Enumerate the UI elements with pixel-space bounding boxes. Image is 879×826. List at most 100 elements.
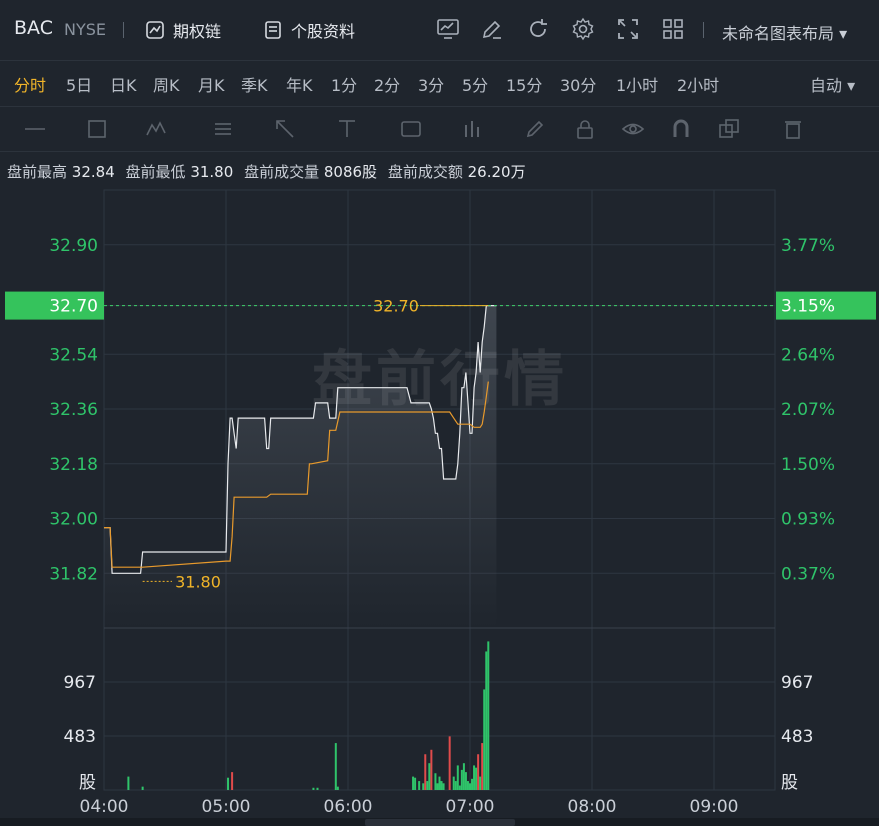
volume-bar <box>442 783 445 790</box>
period-tab[interactable]: 月K <box>198 72 225 96</box>
volume-bar <box>471 778 474 790</box>
percent-tick-label: 2.64% <box>781 345 835 365</box>
period-tab[interactable]: 年K <box>286 72 313 96</box>
arrow-tool-icon[interactable] <box>272 117 298 141</box>
current-price-value: 32.70 <box>49 297 98 317</box>
amount-value: 26.20万 <box>467 163 526 181</box>
volume-bar <box>434 773 437 790</box>
rect-tool-icon[interactable] <box>84 117 110 141</box>
auto-scale-dropdown[interactable]: 自动 ▾ <box>810 72 855 96</box>
period-tab[interactable]: 5分 <box>462 72 488 96</box>
high-label: 盘前最高 <box>7 163 68 181</box>
stock-info-button[interactable]: 个股资料 <box>263 18 355 42</box>
measure-tool-icon[interactable] <box>334 117 360 141</box>
volume-bar <box>312 787 315 790</box>
volume-bar <box>452 776 455 790</box>
volume-tick-label: 967 <box>64 673 96 693</box>
drawing-toolbar <box>0 107 879 152</box>
volume-bar <box>430 749 433 790</box>
layout-dropdown[interactable]: 未命名图表布局 ▾ <box>722 20 847 44</box>
stock-symbol[interactable]: BAC <box>14 17 53 39</box>
price-tick-label: 32.18 <box>49 455 98 475</box>
wave-tool-icon[interactable] <box>144 117 170 141</box>
chart-square-icon <box>146 21 164 39</box>
volume-bar <box>422 783 425 790</box>
volume-bar <box>316 787 319 790</box>
volume-bar <box>127 776 130 790</box>
volume-bar <box>334 743 337 790</box>
period-tab[interactable]: 1小时 <box>616 72 658 96</box>
period-tab[interactable]: 15分 <box>506 72 542 96</box>
percent-tick-label: 0.93% <box>781 510 835 530</box>
period-tab[interactable]: 1分 <box>331 72 357 96</box>
volume-bar <box>458 785 461 790</box>
premarket-stats: 盘前最高 32.84 盘前最低 31.80 盘前成交量 8086股 盘前成交额 … <box>7 161 532 182</box>
fullscreen-icon[interactable] <box>616 17 640 41</box>
price-tick-label: 32.00 <box>49 510 98 530</box>
volume-bar <box>464 772 467 790</box>
volume-bar <box>227 777 230 790</box>
time-tick-label: 04:00 <box>80 797 129 817</box>
document-icon <box>265 21 281 39</box>
time-tick-label: 07:00 <box>446 797 495 817</box>
options-chain-button[interactable]: 期权链 <box>145 18 221 42</box>
gear-icon[interactable] <box>571 17 595 41</box>
percent-tick-label: 2.07% <box>781 400 835 420</box>
volume-label: 盘前成交量 <box>244 163 320 181</box>
volume-bar <box>487 641 490 790</box>
period-tab[interactable]: 30分 <box>560 72 596 96</box>
volume-bar <box>418 781 421 790</box>
price-tick-label: 32.36 <box>49 400 98 420</box>
period-tab[interactable]: 2小时 <box>677 72 719 96</box>
scroll-handle[interactable] <box>365 819 515 826</box>
text-list-icon[interactable] <box>210 117 236 141</box>
volume-tick-label: 股 <box>781 773 798 793</box>
label-tool-icon[interactable] <box>398 117 424 141</box>
volume-bar <box>479 776 482 790</box>
volume-bar <box>428 763 431 790</box>
period-tab[interactable]: 周K <box>153 72 180 96</box>
high-value: 32.84 <box>71 163 115 181</box>
volume-bar <box>469 783 471 790</box>
volume-bar <box>440 781 443 790</box>
pen-tool-icon[interactable] <box>522 117 548 141</box>
volume-bar <box>336 786 339 790</box>
amount-label: 盘前成交额 <box>387 163 463 181</box>
volume-value: 8086股 <box>323 163 378 181</box>
period-tab[interactable]: 日K <box>110 72 137 96</box>
volume-bar <box>438 776 441 790</box>
copy-icon[interactable] <box>716 117 742 141</box>
current-percent-value: 3.15% <box>781 297 835 317</box>
period-tab[interactable]: 3分 <box>418 72 444 96</box>
volume-bar <box>231 772 234 790</box>
intraday-chart[interactable]: 盘前行情32.7031.8032.9032.5432.3632.1832.003… <box>0 188 879 818</box>
volume-tick-label: 483 <box>781 727 813 747</box>
bar-tool-icon[interactable] <box>460 117 486 141</box>
volume-bar <box>412 776 415 790</box>
percent-tick-label: 3.77% <box>781 236 835 256</box>
trash-icon[interactable] <box>780 117 806 141</box>
volume-tick-label: 483 <box>64 727 96 747</box>
low-label: 盘前最低 <box>125 163 186 181</box>
period-tab[interactable]: 季K <box>241 72 268 96</box>
volume-tick-label: 967 <box>781 673 813 693</box>
magnet-icon[interactable] <box>668 117 694 141</box>
grid-layout-icon[interactable] <box>661 17 685 41</box>
volume-bar <box>485 651 488 790</box>
edit-icon[interactable] <box>480 17 504 41</box>
lock-icon[interactable] <box>572 117 598 141</box>
refresh-icon[interactable] <box>526 17 550 41</box>
line-tool-icon[interactable] <box>22 117 48 141</box>
eye-icon[interactable] <box>620 117 646 141</box>
period-tab[interactable]: 5日 <box>66 72 92 96</box>
price-tick-label: 31.82 <box>49 564 98 584</box>
chart-monitor-icon[interactable] <box>436 17 460 41</box>
volume-bar <box>481 743 484 790</box>
percent-tick-label: 1.50% <box>781 455 835 475</box>
top-toolbar: BAC NYSE 期权链 个股资料 未命名图表布局 ▾ <box>0 0 879 61</box>
volume-bar <box>454 781 457 790</box>
volume-bar <box>466 781 469 790</box>
period-tab[interactable]: 2分 <box>374 72 400 96</box>
volume-bar <box>424 754 427 790</box>
period-tab[interactable]: 分时 <box>14 72 46 96</box>
